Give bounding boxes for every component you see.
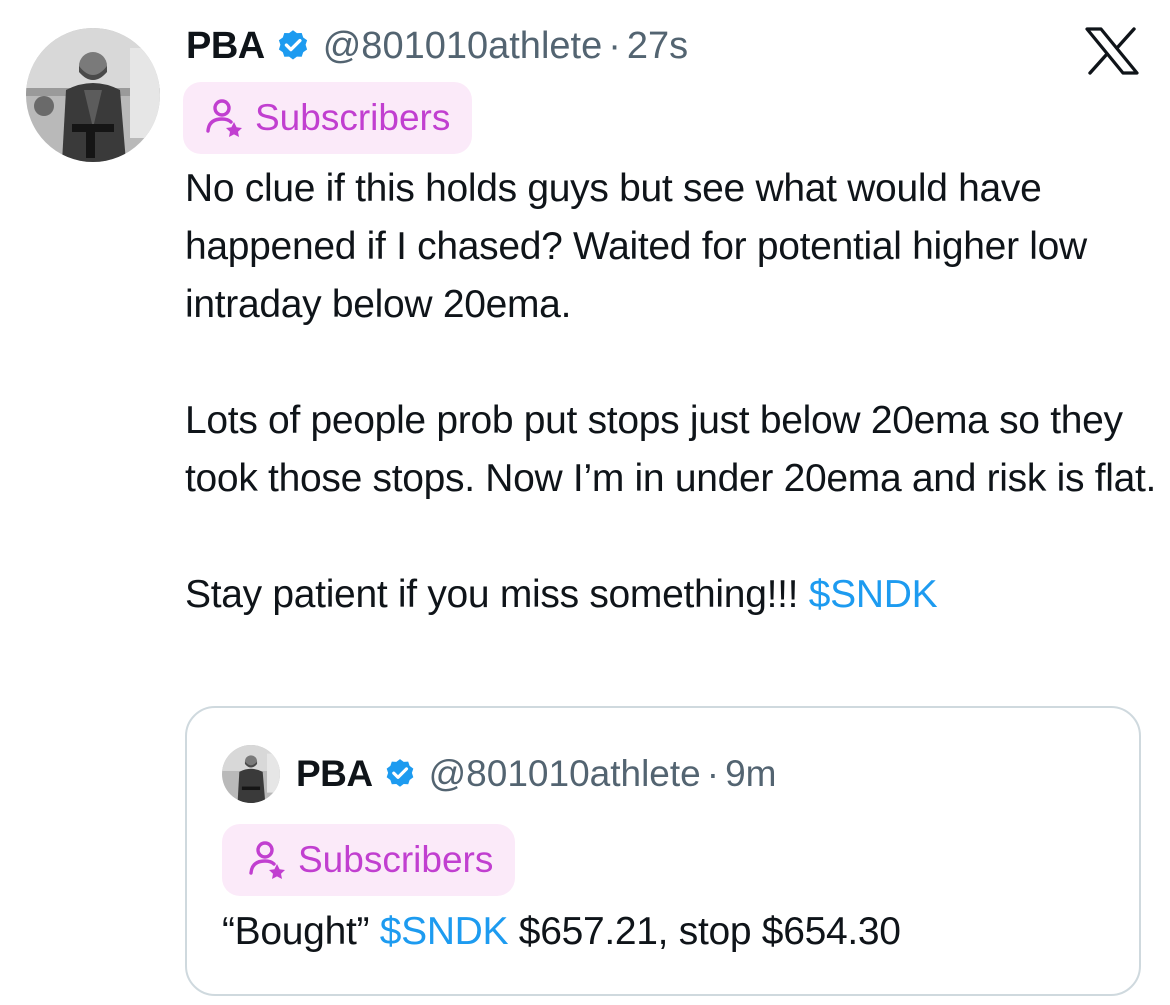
badge-label: Subscribers bbox=[298, 839, 494, 880]
quoted-text-before: “Bought” bbox=[222, 910, 380, 953]
last-line-text: Stay patient if you miss something!!! bbox=[185, 573, 809, 616]
separator-dot: · bbox=[608, 24, 621, 67]
author-avatar[interactable] bbox=[26, 28, 160, 162]
verified-badge-icon bbox=[275, 28, 311, 64]
tweet-last-line: Stay patient if you miss something!!! $S… bbox=[185, 566, 1160, 624]
quoted-cashtag-link[interactable]: $SNDK bbox=[380, 910, 509, 953]
quoted-tweet-header: PBA @801010athlete · 9m bbox=[296, 750, 776, 798]
verified-badge-icon bbox=[383, 757, 417, 791]
x-logo-icon[interactable] bbox=[1085, 27, 1139, 75]
cashtag-link[interactable]: $SNDK bbox=[809, 573, 938, 616]
quoted-timestamp[interactable]: 9m bbox=[725, 753, 776, 795]
quoted-subscribers-badge[interactable]: Subscribers bbox=[222, 824, 516, 896]
tweet-paragraph: Lots of people prob put stops just below… bbox=[185, 399, 1157, 500]
tweet-header: PBA @801010athlete · 27s bbox=[186, 22, 688, 70]
avatar-photo bbox=[222, 745, 280, 803]
avatar-photo bbox=[26, 28, 160, 162]
subscriber-star-icon bbox=[205, 97, 245, 139]
badge-label: Subscribers bbox=[255, 97, 451, 138]
subscriber-star-icon bbox=[248, 839, 288, 881]
author-handle[interactable]: @801010athlete bbox=[323, 25, 602, 68]
quoted-author-handle[interactable]: @801010athlete bbox=[429, 753, 701, 795]
tweet-paragraph: No clue if this holds guys but see what … bbox=[185, 167, 1087, 326]
quoted-text-after: $657.21, stop $654.30 bbox=[508, 910, 901, 953]
separator-dot: · bbox=[706, 753, 720, 794]
subscribers-badge[interactable]: Subscribers bbox=[183, 82, 473, 154]
quoted-tweet-text: “Bought” $SNDK $657.21, stop $654.30 bbox=[222, 903, 901, 961]
author-name[interactable]: PBA bbox=[186, 25, 265, 68]
quoted-author-name[interactable]: PBA bbox=[296, 753, 373, 795]
timestamp[interactable]: 27s bbox=[627, 25, 688, 68]
quoted-author-avatar[interactable] bbox=[222, 745, 280, 803]
tweet-body: No clue if this holds guys but see what … bbox=[185, 160, 1160, 624]
